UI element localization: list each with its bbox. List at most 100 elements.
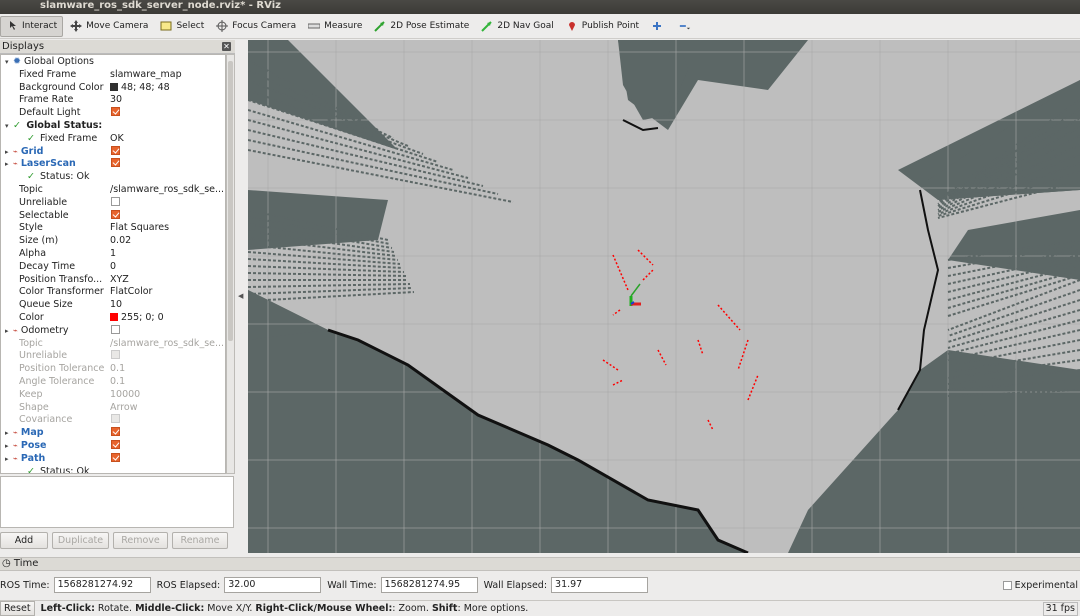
wall-elapsed-field[interactable]: 31.97	[551, 577, 649, 593]
expand-arrow-icon[interactable]: ▸	[5, 453, 13, 466]
tree-row[interactable]: Background Color 48; 48; 48	[1, 82, 225, 95]
enable-checkbox[interactable]	[111, 209, 120, 219]
tree-row[interactable]: Frame Rate 30	[1, 94, 225, 107]
hint-part: Shift	[431, 603, 458, 614]
tree-row[interactable]: Keep 10000	[1, 389, 225, 402]
tree-row[interactable]: ✓ Fixed Frame OK	[1, 133, 225, 146]
collapse-panel-icon[interactable]: ◀	[238, 292, 243, 300]
tree-row[interactable]: Fixed Frame slamware_map	[1, 69, 225, 82]
tree-row-value: 10000	[110, 388, 141, 400]
tree-row[interactable]: Color 255; 0; 0	[1, 312, 225, 325]
tree-row[interactable]: Topic/slamware_ros_sdk_se...	[1, 184, 225, 197]
ros-time-field[interactable]: 1568281274.92	[53, 577, 151, 593]
tree-row[interactable]: ▸ ⌁ Map	[1, 427, 225, 440]
expand-arrow-icon[interactable]: ▸	[5, 440, 13, 453]
focus-camera-icon	[216, 20, 229, 32]
tree-row-value: FlatColor	[110, 286, 153, 298]
tree-row[interactable]: ▸ ⌁ Path	[1, 452, 225, 466]
color-swatch[interactable]	[110, 82, 118, 91]
enable-checkbox[interactable]	[111, 145, 120, 155]
tree-row-label: Odometry	[20, 324, 69, 336]
tree-row[interactable]: Selectable	[1, 209, 225, 223]
tree-row[interactable]: Style Flat Squares	[1, 222, 225, 235]
expand-arrow-icon[interactable]: ▸	[5, 146, 13, 159]
tree-row[interactable]: Unreliable	[1, 196, 225, 210]
tree-row[interactable]: Unreliable	[1, 350, 225, 363]
tree-row[interactable]: ▸ ⌁ Grid	[1, 145, 225, 159]
tree-row[interactable]: Position Transfo... XYZ	[1, 274, 225, 287]
add-button[interactable]: Add	[0, 532, 48, 549]
remove-button[interactable]: Remove	[113, 532, 168, 549]
tree-row[interactable]: Shape Arrow	[1, 402, 225, 415]
tree-row-label: Style	[19, 222, 43, 234]
tree-row[interactable]: ✓ Status: Ok	[1, 171, 225, 184]
tree-row-label: Color Transformer	[19, 286, 104, 298]
remove-tool-button[interactable]	[674, 16, 700, 37]
enable-checkbox[interactable]	[111, 414, 120, 424]
display-icon: ⌁	[13, 146, 18, 156]
enable-checkbox[interactable]	[111, 440, 120, 449]
tree-row-label: Selectable	[19, 209, 69, 221]
tree-row[interactable]: ▾ ✹ Global Options	[1, 56, 225, 69]
tree-scrollbar[interactable]	[226, 54, 235, 474]
interaction-hint: Left-Click: Rotate. Middle-Click: Move X…	[41, 603, 529, 614]
tool-2d-pose-estimate[interactable]: 2D Pose Estimate	[369, 16, 474, 37]
tree-row-label: LaserScan	[20, 158, 76, 170]
tool-2d-nav-goal[interactable]: 2D Nav Goal	[476, 16, 558, 37]
tree-row[interactable]: Color Transformer FlatColor	[1, 286, 225, 299]
tree-row[interactable]: ✓ Status: Ok	[1, 466, 225, 473]
duplicate-button[interactable]: Duplicate	[52, 532, 109, 549]
tool-publish-point[interactable]: Publish Point	[561, 16, 644, 37]
expand-arrow-icon[interactable]: ▾	[5, 120, 13, 133]
wall-time-label: Wall Time:	[327, 579, 377, 591]
tree-row[interactable]: Size (m) 0.02	[1, 235, 225, 248]
expand-arrow-icon[interactable]: ▸	[5, 325, 13, 338]
tree-row[interactable]: Default Light	[1, 107, 225, 120]
expand-arrow-icon[interactable]: ▸	[5, 158, 13, 171]
check-icon: ✓	[13, 120, 21, 131]
scrollbar-thumb[interactable]	[228, 61, 233, 341]
occupancy-map[interactable]	[248, 40, 1080, 553]
time-panel: ROS Time: 1568281274.92 ROS Elapsed: 32.…	[0, 572, 1080, 598]
wall-time-field[interactable]: 1568281274.95	[380, 577, 478, 593]
expand-arrow-icon[interactable]: ▸	[5, 427, 13, 440]
tool-focus-camera[interactable]: Focus Camera	[211, 16, 301, 37]
3d-viewport[interactable]	[248, 40, 1080, 553]
displays-header: Displays ✕	[0, 40, 235, 54]
enable-checkbox[interactable]	[111, 158, 120, 168]
tree-row[interactable]: Angle Tolerance 0.1	[1, 376, 225, 389]
select-icon	[160, 21, 172, 31]
enable-checkbox[interactable]	[111, 452, 120, 462]
expand-arrow-icon[interactable]: ▾	[5, 56, 13, 69]
tree-row[interactable]: ▾✓ Global Status: Ok	[1, 120, 225, 133]
tree-row[interactable]: Queue Size 10	[1, 299, 225, 312]
experimental-checkbox[interactable]	[1002, 580, 1012, 590]
color-swatch[interactable]	[110, 313, 118, 321]
displays-tree[interactable]: ▾ ✹ Global Options Fixed Frame slamware_map…	[0, 54, 226, 474]
rename-button[interactable]: Rename	[172, 532, 228, 549]
tree-row[interactable]: Decay Time 0	[1, 261, 225, 274]
tool-select[interactable]: Select	[155, 16, 209, 37]
enable-checkbox[interactable]	[111, 350, 120, 360]
measure-icon	[308, 23, 321, 29]
tool-move-camera[interactable]: Move Camera	[65, 16, 153, 37]
enable-checkbox[interactable]	[111, 427, 120, 437]
tree-row[interactable]: Covariance	[1, 414, 225, 427]
tree-row[interactable]: Topic/slamware_ros_sdk_se...	[1, 338, 225, 351]
display-icon: ⌁	[13, 325, 18, 335]
ros-elapsed-field[interactable]: 32.00	[224, 577, 322, 593]
reset-button[interactable]: Reset	[0, 601, 35, 616]
tool-measure[interactable]: Measure	[303, 16, 367, 37]
tree-row[interactable]: ▸ ⌁ LaserScan	[1, 158, 225, 171]
close-icon[interactable]: ✕	[222, 42, 231, 51]
tool-interact[interactable]: Interact	[0, 15, 64, 37]
enable-checkbox[interactable]	[111, 324, 120, 334]
add-tool-button[interactable]	[646, 16, 672, 37]
tree-row[interactable]: ▸ ⌁ Odometry	[1, 324, 225, 338]
tree-row[interactable]: ▸ ⌁ Pose	[1, 440, 225, 453]
tree-row[interactable]: Alpha 1	[1, 248, 225, 261]
tool-label: Publish Point	[581, 21, 640, 31]
enable-checkbox[interactable]	[111, 107, 120, 117]
enable-checkbox[interactable]	[111, 196, 120, 206]
tree-row[interactable]: Position Tolerance 0.1	[1, 363, 225, 376]
